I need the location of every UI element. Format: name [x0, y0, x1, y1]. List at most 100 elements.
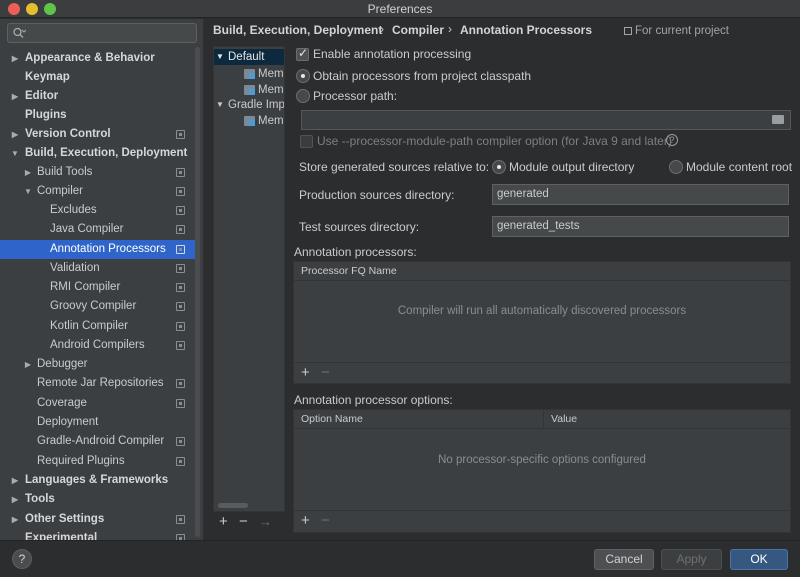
test-dir-field[interactable]: generated_tests [492, 216, 789, 237]
chevron-down-icon[interactable]: ▼ [10, 144, 20, 163]
add-profile-button[interactable]: + [219, 512, 228, 532]
sidebar-item-deployment[interactable]: Deployment [0, 413, 195, 432]
sidebar-item-remote-jar-repositories[interactable]: Remote Jar Repositories [0, 374, 195, 393]
apply-button[interactable]: Apply [661, 549, 722, 570]
chevron-right-icon[interactable]: ▶ [23, 163, 33, 182]
page-title: Annotation Processors [460, 23, 593, 37]
project-scope-icon [624, 27, 632, 35]
sidebar-item-build-tools[interactable]: ▶ Build Tools [0, 163, 195, 182]
sidebar-item-editor[interactable]: ▶ Editor [0, 87, 195, 106]
remove-profile-button[interactable]: − [239, 512, 248, 532]
move-to-profile-button[interactable]: → [259, 512, 272, 532]
profile-default[interactable]: ▼ Default [214, 49, 284, 65]
module-content-root-label[interactable]: Module content root [686, 160, 792, 174]
profile-module[interactable]: Mem [214, 82, 284, 98]
profile-gradle-imported[interactable]: ▼ Gradle Imp [214, 97, 284, 113]
sidebar-item-appearance-behavior[interactable]: ▶ Appearance & Behavior [0, 49, 195, 68]
chevron-down-icon[interactable]: ▼ [216, 49, 224, 65]
module-output-label[interactable]: Module output directory [509, 160, 634, 174]
production-dir-label: Production sources directory: [299, 188, 455, 202]
sidebar-item-label: Java Compiler [50, 223, 124, 235]
module-content-root-radio[interactable] [669, 160, 683, 174]
project-level-icon [176, 322, 185, 331]
chevron-right-icon[interactable]: ▶ [10, 510, 20, 529]
chevron-right-icon[interactable]: ▶ [10, 471, 20, 490]
obtain-classpath-label[interactable]: Obtain processors from project classpath [313, 69, 531, 83]
profile-module[interactable]: Mem [214, 113, 284, 129]
processors-toolbar: + − [294, 362, 790, 384]
sidebar-item-build-execution-deployment[interactable]: ▼ Build, Execution, Deployment [0, 144, 195, 163]
chevron-down-icon[interactable]: ▼ [23, 182, 33, 201]
chevron-right-icon[interactable]: ▶ [10, 490, 20, 509]
sidebar-item-tools[interactable]: ▶ Tools [0, 490, 195, 509]
profiles-tree: ▼ Default Mem Mem ▼ Gradle Imp Mem [213, 46, 285, 512]
breadcrumb-item: Build, Execution, Deployment [213, 23, 383, 37]
processor-fq-name-header[interactable]: Processor FQ Name [294, 262, 790, 281]
sidebar-item-version-control[interactable]: ▶ Version Control [0, 125, 195, 144]
module-path-option-checkbox[interactable] [300, 135, 313, 148]
sidebar-item-excludes[interactable]: Excludes [0, 201, 195, 220]
sidebar-item-annotation-processors[interactable]: Annotation Processors [0, 240, 195, 259]
processor-path-radio[interactable] [296, 89, 310, 103]
chevron-right-icon[interactable]: ▶ [10, 87, 20, 106]
breadcrumb-separator: › [380, 22, 384, 36]
ok-button[interactable]: OK [730, 549, 788, 570]
module-icon [244, 69, 255, 79]
chevron-right-icon[interactable]: ▶ [10, 49, 20, 68]
sidebar-item-keymap[interactable]: Keymap [0, 68, 195, 87]
sidebar-item-label: Editor [25, 90, 59, 102]
cancel-button[interactable]: Cancel [594, 549, 654, 570]
chevron-right-icon[interactable]: ▶ [23, 355, 33, 374]
sidebar-item-label: Tools [25, 493, 55, 505]
sidebar-item-experimental[interactable]: Experimental [0, 529, 195, 540]
sidebar-scrollbar[interactable] [195, 47, 200, 537]
annotation-processors-table[interactable]: Processor FQ Name Compiler will run all … [293, 261, 791, 384]
profile-label: Mem [258, 84, 284, 96]
sidebar-item-plugins[interactable]: Plugins [0, 106, 195, 125]
remove-processor-button[interactable]: − [321, 363, 330, 383]
sidebar-item-java-compiler[interactable]: Java Compiler [0, 220, 195, 239]
sidebar-item-android-compilers[interactable]: Android Compilers [0, 336, 195, 355]
help-icon[interactable]: ? [666, 134, 678, 146]
sidebar-item-label: Version Control [25, 128, 111, 140]
search-input[interactable] [7, 23, 197, 43]
processor-options-table[interactable]: Option Name Value No processor-specific … [293, 409, 791, 533]
sidebar-item-languages-frameworks[interactable]: ▶ Languages & Frameworks [0, 471, 195, 490]
module-output-radio[interactable] [492, 160, 506, 174]
sidebar-item-required-plugins[interactable]: Required Plugins [0, 452, 195, 471]
sidebar-item-debugger[interactable]: ▶ Debugger [0, 355, 195, 374]
project-level-icon [176, 206, 185, 215]
production-dir-field[interactable]: generated [492, 184, 789, 205]
profile-module[interactable]: Mem [214, 66, 284, 82]
profiles-scrollbar[interactable] [218, 503, 248, 508]
sidebar-item-kotlin-compiler[interactable]: Kotlin Compiler [0, 317, 195, 336]
sidebar-item-label: Required Plugins [37, 455, 125, 467]
chevron-right-icon[interactable]: ▶ [10, 125, 20, 144]
enable-annotation-processing-checkbox[interactable]: ✓ [296, 46, 309, 61]
value-header[interactable]: Value [544, 410, 790, 429]
folder-icon[interactable] [772, 115, 784, 124]
sidebar-item-label: Coverage [37, 397, 87, 409]
sidebar-item-label: Gradle-Android Compiler [37, 435, 165, 447]
processor-path-field[interactable] [301, 110, 791, 130]
sidebar-item-validation[interactable]: Validation [0, 259, 195, 278]
sidebar-item-rmi-compiler[interactable]: RMI Compiler [0, 278, 195, 297]
obtain-classpath-radio[interactable] [296, 69, 310, 83]
remove-option-button[interactable]: − [321, 511, 330, 531]
sidebar-item-gradle-android-compiler[interactable]: Gradle-Android Compiler [0, 432, 195, 451]
sidebar-item-coverage[interactable]: Coverage [0, 394, 195, 413]
sidebar-item-compiler[interactable]: ▼ Compiler [0, 182, 195, 201]
project-level-icon [176, 225, 185, 234]
empty-options-message: No processor-specific options configured [438, 454, 646, 466]
help-button[interactable]: ? [12, 549, 32, 569]
sidebar-item-groovy-compiler[interactable]: Groovy Compiler [0, 297, 195, 316]
add-option-button[interactable]: + [301, 511, 310, 531]
enable-annotation-processing-label[interactable]: Enable annotation processing [313, 47, 471, 61]
sidebar-item-label: Android Compilers [50, 339, 145, 351]
add-processor-button[interactable]: + [301, 363, 310, 383]
project-level-icon [176, 399, 185, 408]
processor-path-label[interactable]: Processor path: [313, 89, 397, 103]
sidebar-item-other-settings[interactable]: ▶ Other Settings [0, 510, 195, 529]
option-name-header[interactable]: Option Name [294, 410, 543, 429]
chevron-down-icon[interactable]: ▼ [216, 97, 224, 113]
